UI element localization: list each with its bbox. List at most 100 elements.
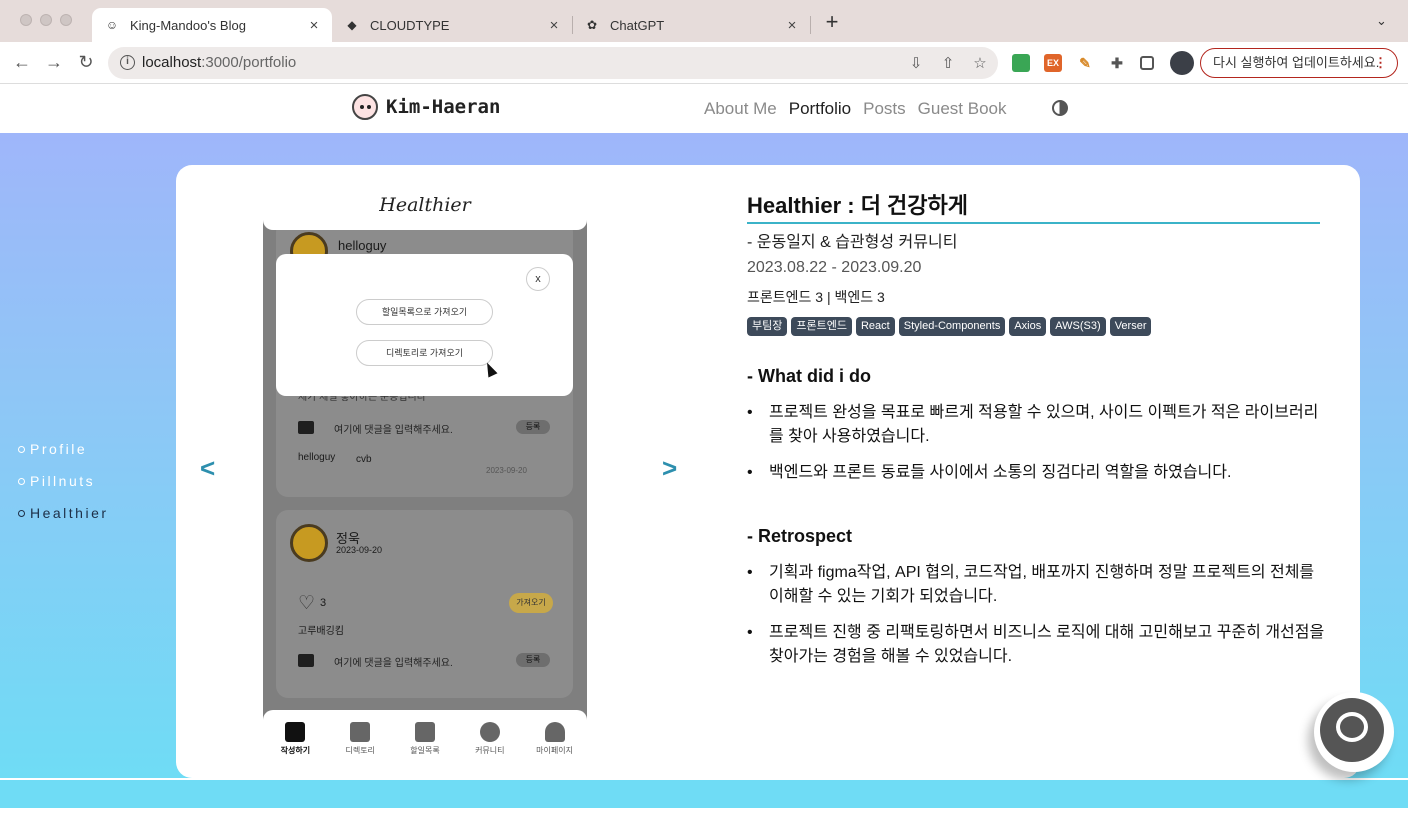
browser-tab-cloudtype[interactable]: ◆ CLOUDTYPE × <box>332 8 572 42</box>
nav-portfolio[interactable]: Portfolio <box>789 99 851 119</box>
sidenav-dot-icon <box>18 477 25 485</box>
site-info-icon[interactable]: i <box>120 55 135 70</box>
list-item: 프로젝트 진행 중 리팩토링하면서 비즈니스 로직에 대해 고민해보고 꾸준히 … <box>747 621 1327 669</box>
install-app-icon[interactable]: ⇩ <box>905 53 927 75</box>
post-username: helloguy <box>338 238 387 253</box>
tag: AWS(S3) <box>1050 317 1106 336</box>
tag: Verser <box>1109 317 1152 336</box>
sidenav-item-profile[interactable]: Profile <box>18 433 109 465</box>
site-header: Kim-Haeran About Me Portfolio Posts Gues… <box>0 85 1408 133</box>
sidenav-label: Profile <box>30 441 88 457</box>
app-tab-directory[interactable]: 디렉토리 <box>328 710 393 762</box>
chatgpt-icon: ✿ <box>586 18 598 32</box>
app-tab-bar: 작성하기 디렉토리 할일목록 커뮤니티 마이페이지 <box>263 710 587 762</box>
update-label: 다시 실행하여 업데이트하세요. <box>1213 55 1380 70</box>
app-tab-label: 커뮤니티 <box>475 746 505 755</box>
app-tab-todo[interactable]: 할일목록 <box>393 710 458 762</box>
modal-close-button[interactable]: x <box>526 267 550 291</box>
sidenav-item-pillnuts[interactable]: Pillnuts <box>18 465 109 497</box>
pencil-icon <box>285 722 306 742</box>
tab-title: ChatGPT <box>610 17 665 33</box>
bottom-band <box>0 778 1408 816</box>
url-text[interactable]: localhost:3000/portfolio <box>142 54 296 71</box>
app-tab-write[interactable]: 작성하기 <box>263 710 328 762</box>
project-title: Healthier : 더 건강하게 <box>747 188 1320 224</box>
sidenav-label: Healthier <box>30 505 109 521</box>
site-logo[interactable]: Kim-Haeran <box>352 94 500 120</box>
profile-avatar[interactable] <box>1170 51 1194 75</box>
app-tab-mypage[interactable]: 마이페이지 <box>522 710 587 762</box>
fetch-button[interactable]: 가져오기 <box>509 593 553 613</box>
fetch-to-directory-button[interactable]: 디렉토리로 가져오기 <box>356 340 493 366</box>
comment-input[interactable]: 여기에 댓글을 입력해주세요. 등록 <box>298 651 568 671</box>
comment-input[interactable]: 여기에 댓글을 입력해주세요. 등록 <box>298 418 568 438</box>
github-link-button[interactable] <box>1314 692 1394 772</box>
reload-icon[interactable]: ↻ <box>74 50 98 74</box>
side-panel-icon[interactable] <box>1140 56 1154 70</box>
address-bar[interactable]: i localhost:3000/portfolio ⇩ ⇧ ☆ <box>108 47 998 79</box>
list-item: 백엔드와 프론트 동료들 사이에서 소통의 징검다리 역할을 하였습니다. <box>747 461 1327 485</box>
app-screenshot: helloguy 제가 제일 좋아하는 운동입니다 여기에 댓글을 입력해주세요… <box>263 180 587 762</box>
user-icon <box>544 722 565 742</box>
tag: React <box>855 317 895 336</box>
window-minimize-button[interactable] <box>40 14 52 26</box>
comment-submit-button[interactable]: 등록 <box>516 653 550 667</box>
avatar <box>290 524 328 562</box>
blog-favicon-icon: ☺ <box>105 18 119 32</box>
sidenav-item-healthier[interactable]: Healthier <box>18 497 109 529</box>
nav-about-me[interactable]: About Me <box>704 99 777 119</box>
main-nav: About Me Portfolio Posts Guest Book <box>704 99 1019 119</box>
app-title: Healthier <box>379 194 471 216</box>
logo-text: Kim-Haeran <box>386 96 501 118</box>
post-text: 고루배깅킴 <box>298 626 344 637</box>
browser-tab-blog[interactable]: ☺ King-Mandoo's Blog × <box>92 8 332 42</box>
extension-sheets-icon[interactable] <box>1012 54 1030 72</box>
extensions-puzzle-icon[interactable]: ✚ <box>1108 54 1126 72</box>
tab-close-icon[interactable]: × <box>304 17 324 34</box>
github-icon <box>1320 698 1384 762</box>
sidenav-dot-icon <box>18 445 25 453</box>
tab-close-icon[interactable]: × <box>544 17 564 34</box>
extension-ex-icon[interactable]: EX <box>1044 54 1062 72</box>
bookmark-star-icon[interactable]: ☆ <box>969 53 991 75</box>
carousel-prev-button[interactable]: < <box>200 453 215 484</box>
comment-icon <box>298 421 314 434</box>
forward-arrow-icon[interactable]: → <box>42 50 66 74</box>
tag: 프론트엔드 <box>791 317 852 336</box>
tag: Axios <box>1009 317 1047 336</box>
list-item: 프로젝트 완성을 목표로 빠르게 적용할 수 있으며, 사이드 이펙트가 적은 … <box>747 401 1327 449</box>
tab-search-chevron-icon[interactable]: ⌄ <box>1376 13 1387 29</box>
book-icon <box>350 722 371 742</box>
window-close-button[interactable] <box>20 14 32 26</box>
update-button[interactable]: 다시 실행하여 업데이트하세요. ⋮ <box>1200 48 1398 78</box>
comment-submit-button[interactable]: 등록 <box>516 420 550 434</box>
sidenav-dot-icon <box>18 509 25 517</box>
tech-tags: 부팀장 프론트엔드 React Styled-Components Axios … <box>747 317 1155 336</box>
tab-separator <box>810 16 811 34</box>
tab-close-icon[interactable]: × <box>782 17 802 34</box>
share-icon[interactable]: ⇧ <box>937 53 959 75</box>
menu-dots-icon[interactable]: ⋮ <box>1374 49 1387 76</box>
project-subtitle: - 운동일지 & 습관형성 커뮤니티 <box>747 234 958 251</box>
extension-pen-icon[interactable]: ✎ <box>1076 54 1094 72</box>
back-arrow-icon[interactable]: ← <box>10 50 34 74</box>
browser-toolbar: ← → ↻ i localhost:3000/portfolio ⇩ ⇧ ☆ E… <box>0 42 1408 84</box>
project-side-nav: Profile Pillnuts Healthier <box>18 433 109 529</box>
nav-posts[interactable]: Posts <box>863 99 906 119</box>
carousel-next-button[interactable]: > <box>662 453 677 484</box>
comment-date: 2023-09-20 <box>486 466 527 475</box>
heart-icon[interactable]: ♡ <box>298 594 316 613</box>
new-tab-button[interactable]: + <box>820 11 844 35</box>
sidenav-label: Pillnuts <box>30 473 96 489</box>
tab-title: King-Mandoo's Blog <box>130 17 246 33</box>
nav-guest-book[interactable]: Guest Book <box>918 99 1007 119</box>
comment-text: cvb <box>356 454 372 465</box>
theme-toggle-icon[interactable] <box>1052 100 1068 116</box>
fetch-to-todo-button[interactable]: 할일목록으로 가져오기 <box>356 299 493 325</box>
window-zoom-button[interactable] <box>60 14 72 26</box>
browser-tab-chatgpt[interactable]: ✿ ChatGPT × <box>572 8 810 42</box>
tag: Styled-Components <box>898 317 1006 336</box>
what-did-i-do-list: 프로젝트 완성을 목표로 빠르게 적용할 수 있으며, 사이드 이펙트가 적은 … <box>747 401 1327 497</box>
like-count: 3 <box>320 597 327 609</box>
app-tab-community[interactable]: 커뮤니티 <box>457 710 522 762</box>
